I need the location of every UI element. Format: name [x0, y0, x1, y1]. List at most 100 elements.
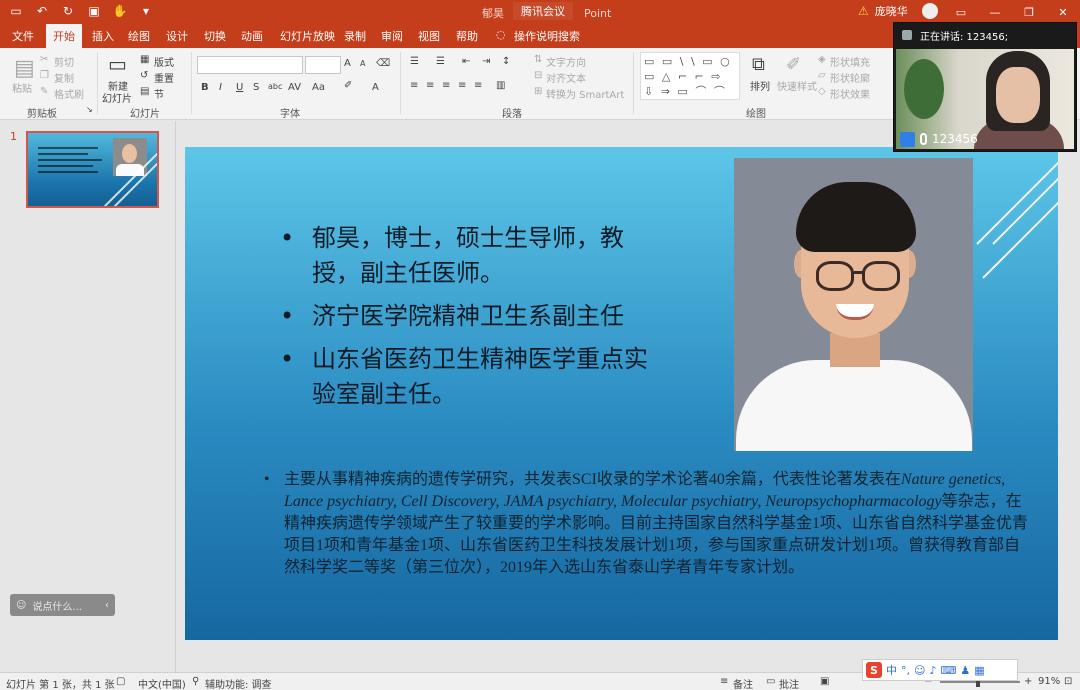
reset-icon[interactable]: ↺ [140, 70, 148, 81]
tab-slideshow[interactable]: 幻灯片放映 [280, 28, 335, 44]
shadow-button[interactable]: abc [268, 82, 282, 91]
arrange-button[interactable]: 排列 [750, 78, 770, 93]
indent-icon[interactable]: ⇤ [462, 56, 470, 67]
close-icon[interactable]: ✕ [1046, 0, 1080, 24]
shape-outline-button[interactable]: 形状轮廓 [830, 70, 870, 85]
new-slide-icon[interactable]: ▭ [108, 52, 127, 76]
tell-me-search[interactable]: 操作说明搜索 [514, 28, 580, 44]
redo-icon[interactable]: ↻ [60, 3, 76, 19]
fit-slide-icon[interactable]: ⊡ [1064, 676, 1072, 687]
tab-draw[interactable]: 绘图 [128, 28, 150, 44]
restore-icon[interactable]: ❐ [1012, 0, 1046, 24]
cut-icon[interactable]: ✂ [40, 54, 48, 65]
bold-button[interactable]: B [201, 82, 209, 93]
notes-button[interactable]: 备注 [733, 676, 753, 690]
sogou-logo-icon[interactable]: S [866, 662, 882, 678]
tab-design[interactable]: 设计 [166, 28, 188, 44]
font-color-button[interactable]: A [372, 82, 379, 93]
shapes-gallery[interactable]: ▭ ▭ \ \ ▭ ○ ▭ △ ⌐ ⌐ ⇨ ⇩ ⇒ ▭ ⌒ ⌒ { } [640, 52, 740, 100]
warning-icon[interactable]: ⚠ [858, 4, 869, 18]
strike-button[interactable]: S [253, 82, 259, 93]
tab-view[interactable]: 视图 [418, 28, 440, 44]
notes-icon[interactable]: ≡ [720, 676, 728, 687]
paste-button[interactable]: 粘贴 [12, 80, 32, 95]
zoom-in-icon[interactable]: + [1024, 676, 1032, 687]
meeting-video-window[interactable]: 正在讲话: 123456; 123456 [893, 22, 1077, 152]
italic-button[interactable]: I [219, 82, 222, 93]
ime-punctuation[interactable]: °, [901, 664, 910, 677]
case-button[interactable]: Aa [312, 82, 325, 93]
align-text-button[interactable]: 对齐文本 [546, 70, 586, 85]
avatar[interactable] [921, 3, 938, 19]
keyboard-icon[interactable]: ⌨ [941, 664, 957, 677]
bio-paragraph[interactable]: 主要从事精神疾病的遗传学研究，共发表SCI收录的学术论著40余篇，代表性论著发表… [264, 469, 1034, 579]
lightbulb-icon[interactable]: ◌ [496, 28, 506, 41]
touch-icon[interactable]: ✋ [112, 3, 128, 19]
copy-icon[interactable]: ❐ [40, 70, 49, 81]
quick-styles-icon[interactable]: ✐ [786, 54, 801, 75]
bullets-icon[interactable]: ☰ [410, 56, 419, 67]
launcher-icon[interactable]: ↘ [86, 105, 93, 114]
reset-button[interactable]: 重置 [154, 70, 174, 85]
new-slide-label[interactable]: 幻灯片 [102, 90, 132, 105]
portrait-photo[interactable] [734, 158, 973, 451]
align-center-icon[interactable]: ≡ [426, 80, 434, 91]
minimize-icon[interactable]: — [978, 0, 1012, 24]
tab-review[interactable]: 审阅 [381, 28, 403, 44]
section-button[interactable]: 节 [154, 86, 164, 101]
distribute-icon[interactable]: ≡ [474, 80, 482, 91]
convert-smartart-button[interactable]: 转换为 SmartArt [546, 86, 624, 101]
present-icon[interactable]: ▣ [86, 3, 102, 19]
layout-icon[interactable]: ▦ [140, 54, 149, 65]
save-icon[interactable]: ▭ [8, 3, 24, 19]
highlight-icon[interactable]: ✐ [344, 80, 352, 91]
zoom-slider[interactable] [940, 681, 1020, 683]
text-direction-button[interactable]: 文字方向 [546, 54, 586, 69]
numbering-icon[interactable]: ☰ [436, 56, 445, 67]
comments-icon[interactable]: ▭ [766, 676, 775, 687]
slide[interactable]: 郁昊，博士，硕士生导师，教授，副主任医师。 济宁医学院精神卫生系副主任 山东省医… [185, 147, 1058, 640]
ime-mode[interactable]: 中 [886, 662, 897, 678]
grow-font-button[interactable]: A [344, 58, 351, 69]
accessibility-status[interactable]: 辅助功能: 调查 [205, 676, 272, 690]
normal-view-icon[interactable]: ▣ [820, 676, 829, 687]
language-status[interactable]: 中文(中国) [138, 676, 186, 690]
align-left-icon[interactable]: ≡ [410, 80, 418, 91]
more-icon[interactable]: ▾ [138, 3, 154, 19]
slide-thumbnail[interactable] [26, 131, 159, 208]
tab-transitions[interactable]: 切换 [204, 28, 226, 44]
format-painter-button[interactable]: 格式刷 [54, 86, 84, 101]
paste-icon[interactable]: ▤ [14, 56, 35, 81]
bullet-list[interactable]: 郁昊，博士，硕士生导师，教授，副主任医师。 济宁医学院精神卫生系副主任 山东省医… [280, 221, 660, 420]
shape-outline-icon[interactable]: ▱ [818, 70, 826, 81]
tools-icon[interactable]: ▦ [974, 664, 984, 677]
shape-effects-button[interactable]: 形状效果 [830, 86, 870, 101]
tab-record[interactable]: 录制 [344, 28, 366, 44]
layout-button[interactable]: 版式 [154, 54, 174, 69]
ribbon-display-icon[interactable]: ▭ [944, 0, 978, 24]
font-name-select[interactable] [197, 56, 303, 74]
font-size-select[interactable] [305, 56, 341, 74]
shape-effects-icon[interactable]: ◇ [818, 86, 826, 97]
smartart-icon[interactable]: ⊞ [534, 86, 542, 97]
clear-format-icon[interactable]: ⌫ [376, 58, 390, 69]
tab-file[interactable]: 文件 [12, 28, 34, 44]
justify-icon[interactable]: ≡ [458, 80, 466, 91]
quick-styles-button[interactable]: 快速样式 [777, 78, 817, 93]
copy-button[interactable]: 复制 [54, 70, 74, 85]
cut-button[interactable]: 剪切 [54, 54, 74, 69]
shape-fill-button[interactable]: 形状填充 [830, 54, 870, 69]
section-icon[interactable]: ▤ [140, 86, 149, 97]
shrink-font-button[interactable]: A [360, 59, 365, 68]
spacing-button[interactable]: AV [288, 82, 301, 93]
spellcheck-icon[interactable]: ▢ [116, 676, 125, 687]
outdent-icon[interactable]: ⇥ [482, 56, 490, 67]
emoji-icon[interactable]: ☺ [914, 664, 925, 677]
align-right-icon[interactable]: ≡ [442, 80, 450, 91]
tab-insert[interactable]: 插入 [92, 28, 114, 44]
text-direction-icon[interactable]: ⇅ [534, 54, 542, 65]
microphone-icon[interactable] [920, 133, 927, 145]
arrange-icon[interactable]: ⧉ [752, 54, 765, 75]
voice-icon[interactable]: ♪ [929, 664, 936, 677]
undo-icon[interactable]: ↶ [34, 3, 50, 19]
